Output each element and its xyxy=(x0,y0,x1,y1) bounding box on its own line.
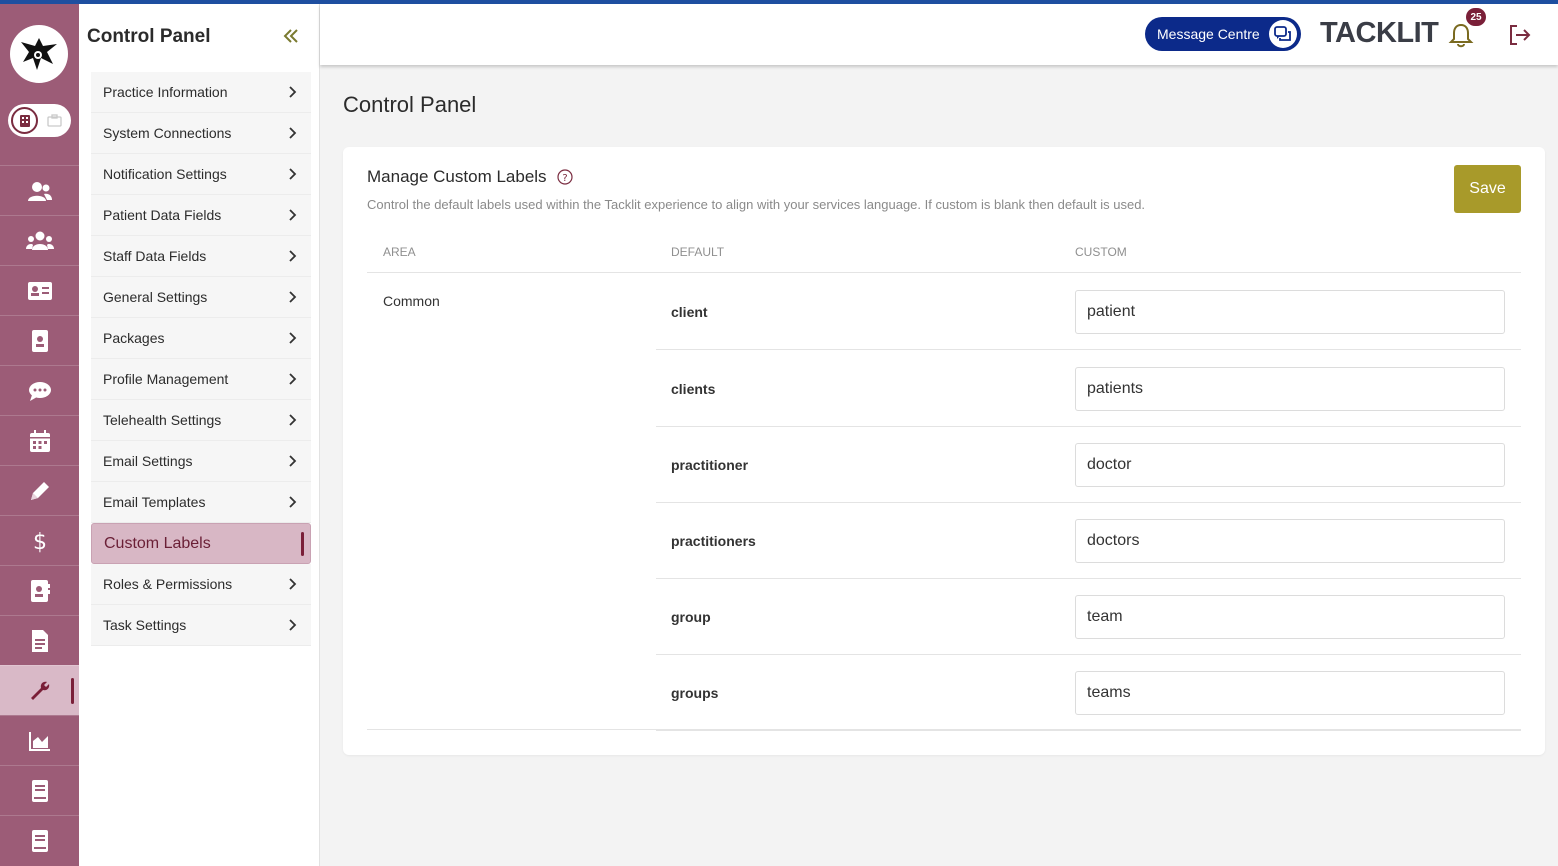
active-indicator xyxy=(301,531,304,556)
message-centre-button[interactable]: Message Centre xyxy=(1145,17,1301,51)
chevron-right-icon xyxy=(289,86,297,98)
nav-item-profile-management[interactable]: Profile Management xyxy=(91,359,311,400)
notification-badge: 25 xyxy=(1466,8,1486,26)
nav-item-general-settings[interactable]: General Settings xyxy=(91,277,311,318)
nav-title: Control Panel xyxy=(87,26,211,47)
workspace-toggle[interactable] xyxy=(8,104,71,137)
nav-item-practice-information[interactable]: Practice Information xyxy=(91,72,311,113)
logout-icon[interactable] xyxy=(1508,24,1532,46)
table-row: practitioners xyxy=(656,503,1521,579)
rail-file-invoice-icon[interactable] xyxy=(0,615,79,665)
custom-label-input[interactable] xyxy=(1075,671,1505,715)
column-header-area: AREA xyxy=(383,245,416,259)
chevron-right-icon xyxy=(289,127,297,139)
rail-id-card-icon[interactable] xyxy=(0,265,79,315)
chevron-right-icon xyxy=(289,168,297,180)
top-header: Message Centre TACKLIT 25 xyxy=(320,4,1558,65)
default-label: practitioner xyxy=(671,457,749,473)
card-title: Manage Custom Labels ? xyxy=(367,167,573,187)
chevron-right-icon xyxy=(289,373,297,385)
rail-chart-area-icon[interactable] xyxy=(0,715,79,765)
building-icon xyxy=(11,107,38,134)
nav-item-staff-data-fields[interactable]: Staff Data Fields xyxy=(91,236,311,277)
brand-logo: TACKLIT xyxy=(1320,17,1439,49)
nav-item-system-connections[interactable]: System Connections xyxy=(91,113,311,154)
icon-rail: $ xyxy=(0,0,79,866)
rail-chat-icon[interactable] xyxy=(0,365,79,415)
nav-item-custom-labels[interactable]: Custom Labels xyxy=(91,523,311,564)
column-header-default: DEFAULT xyxy=(671,245,725,259)
table-row: group xyxy=(656,579,1521,655)
briefcase-icon xyxy=(47,114,62,127)
default-label: practitioners xyxy=(671,533,756,549)
chevron-right-icon xyxy=(289,291,297,303)
chevron-right-icon xyxy=(289,578,297,590)
message-centre-label: Message Centre xyxy=(1157,26,1260,42)
help-circle-icon[interactable]: ? xyxy=(556,169,573,185)
top-accent-line xyxy=(0,0,1558,4)
nav-item-notification-settings[interactable]: Notification Settings xyxy=(91,154,311,195)
messages-icon xyxy=(1269,20,1297,48)
nav-item-email-templates[interactable]: Email Templates xyxy=(91,482,311,523)
chevron-right-icon xyxy=(289,496,297,508)
bell-icon[interactable] xyxy=(1448,22,1474,48)
app-logo[interactable] xyxy=(10,25,68,83)
table-header: AREA DEFAULT CUSTOM xyxy=(367,229,1521,273)
labels-table: AREA DEFAULT CUSTOM Common client client… xyxy=(367,229,1521,731)
rail-wrench-icon[interactable] xyxy=(0,665,79,715)
rail-contact-book-icon[interactable] xyxy=(0,565,79,615)
nav-item-packages[interactable]: Packages xyxy=(91,318,311,359)
chevron-right-icon xyxy=(289,209,297,221)
rail-id-badge-icon[interactable] xyxy=(0,315,79,365)
rail-book-icon-2[interactable] xyxy=(0,815,79,865)
default-label: client xyxy=(671,304,708,320)
page-title: Control Panel xyxy=(343,92,477,117)
chevron-right-icon xyxy=(289,414,297,426)
chevron-right-icon xyxy=(289,455,297,467)
custom-labels-card: Manage Custom Labels ? Control the defau… xyxy=(343,147,1545,755)
custom-label-input[interactable] xyxy=(1075,595,1505,639)
custom-label-input[interactable] xyxy=(1075,367,1505,411)
bird-logo-icon xyxy=(21,38,57,70)
default-label: group xyxy=(671,609,711,625)
default-label: groups xyxy=(671,685,719,701)
custom-label-input[interactable] xyxy=(1075,290,1505,334)
chevron-right-icon xyxy=(289,619,297,631)
nav-item-task-settings[interactable]: Task Settings xyxy=(91,605,311,646)
save-button[interactable]: Save xyxy=(1454,165,1521,213)
nav-list: Practice Information System Connections … xyxy=(91,72,311,646)
area-cell: Common xyxy=(383,293,440,309)
rail-user-icon[interactable] xyxy=(0,165,79,215)
rail-calendar-icon[interactable] xyxy=(0,415,79,465)
control-panel-nav: Control Panel Practice Information Syste… xyxy=(79,4,320,866)
rail-dollar-icon[interactable]: $ xyxy=(0,515,79,565)
custom-label-input[interactable] xyxy=(1075,519,1505,563)
table-row: clients xyxy=(656,351,1521,427)
card-description: Control the default labels used within t… xyxy=(367,197,1146,212)
svg-text:?: ? xyxy=(562,173,567,184)
rail-book-icon[interactable] xyxy=(0,765,79,815)
chevron-right-icon xyxy=(289,332,297,344)
rail-pen-icon[interactable] xyxy=(0,465,79,515)
table-row: client xyxy=(656,274,1521,350)
collapse-double-chevron-icon[interactable] xyxy=(281,26,301,46)
table-bottom-divider xyxy=(367,729,1521,730)
table-row: groups xyxy=(656,655,1521,731)
nav-item-roles-permissions[interactable]: Roles & Permissions xyxy=(91,564,311,605)
chevron-right-icon xyxy=(289,250,297,262)
rail-users-group-icon[interactable] xyxy=(0,215,79,265)
nav-item-email-settings[interactable]: Email Settings xyxy=(91,441,311,482)
custom-label-input[interactable] xyxy=(1075,443,1505,487)
nav-item-telehealth-settings[interactable]: Telehealth Settings xyxy=(91,400,311,441)
active-indicator xyxy=(71,678,74,704)
column-header-custom: CUSTOM xyxy=(1075,245,1127,259)
table-row: practitioner xyxy=(656,427,1521,503)
nav-item-patient-data-fields[interactable]: Patient Data Fields xyxy=(91,195,311,236)
default-label: clients xyxy=(671,381,716,397)
svg-text:$: $ xyxy=(33,530,47,554)
